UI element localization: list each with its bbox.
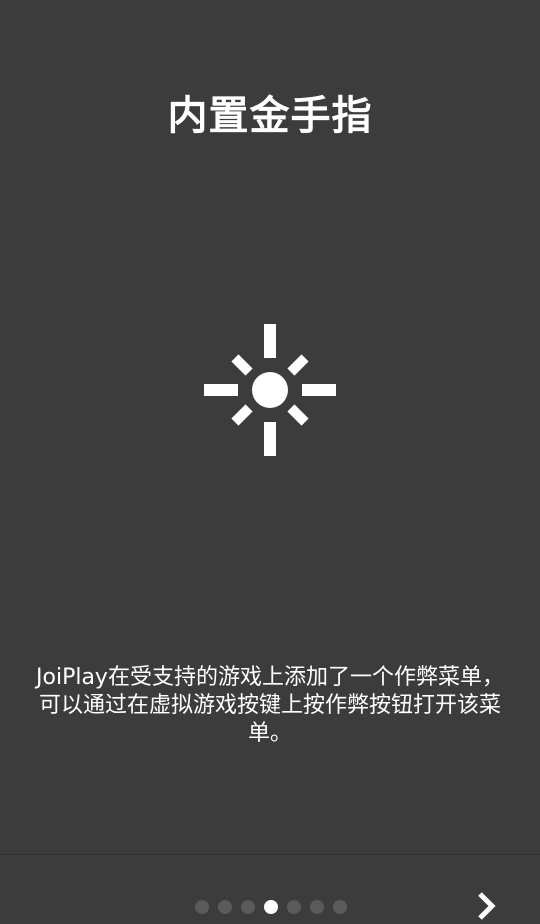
chevron-right-icon bbox=[478, 892, 496, 920]
page-title: 内置金手指 bbox=[167, 93, 373, 139]
page-dot-2 bbox=[218, 900, 232, 914]
feature-description: JoiPlay在受支持的游戏上添加了一个作弊菜单，可以通过在虚拟游戏按键上按作弊… bbox=[36, 665, 504, 746]
page-dot-6 bbox=[310, 900, 324, 914]
intro-slide: 内置金手指 JoiPlay在受支持的游戏上添加了一个作弊菜单，可以通过在虚拟游戏… bbox=[0, 0, 540, 920]
page-dot-5 bbox=[287, 900, 301, 914]
page-indicator bbox=[2, 900, 540, 914]
bottom-divider bbox=[0, 854, 540, 855]
page-dot-1 bbox=[195, 900, 209, 914]
next-button[interactable] bbox=[470, 888, 504, 920]
brightness-icon bbox=[204, 324, 336, 456]
page-dot-4-active bbox=[264, 900, 278, 914]
page-dot-3 bbox=[241, 900, 255, 914]
page-dot-7 bbox=[333, 900, 347, 914]
